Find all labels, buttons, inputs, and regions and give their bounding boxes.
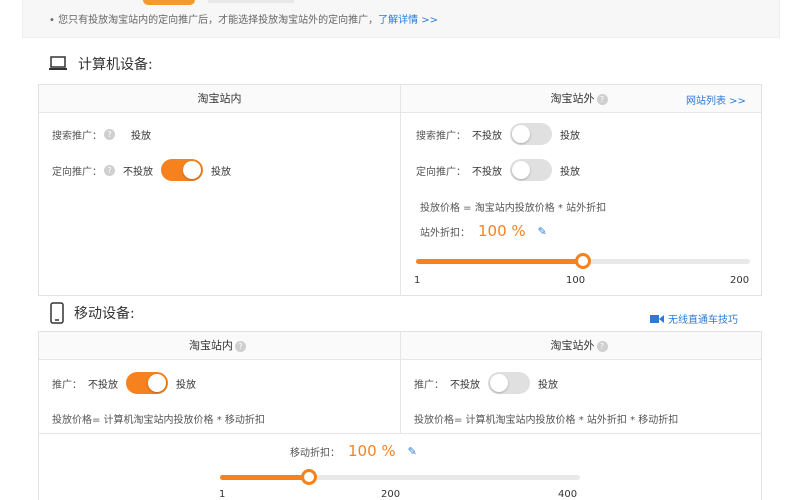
slider-tick-max: 200	[730, 275, 750, 286]
on-label: 投放	[176, 379, 196, 391]
mobile-tips-link[interactable]: 无线直通车技巧	[650, 311, 738, 326]
off-label: 不投放	[472, 166, 502, 178]
phone-icon	[50, 302, 64, 324]
slider-thumb[interactable]	[575, 253, 591, 269]
help-icon[interactable]: ?	[596, 94, 608, 105]
on-label: 投放	[538, 379, 558, 391]
mobile-discount-row: 移动折扣： 100 % ✎	[290, 440, 417, 462]
pc-outside-formula: 投放价格 = 淘宝站内投放价格 * 站外折扣	[420, 203, 607, 214]
notice-bar: • 您只有投放淘宝站内的定向推广后，才能选择投放淘宝站外的定向推广，了解详情 >…	[22, 0, 780, 38]
toggle-stub	[143, 0, 195, 5]
slider-tick-min: 1	[414, 275, 421, 286]
search-promo-value: 投放	[131, 130, 151, 142]
slider-tick-mid: 100	[566, 275, 586, 286]
pencil-icon[interactable]: ✎	[408, 445, 417, 458]
toggle-knob	[512, 125, 530, 143]
promo-label: 推广：	[52, 379, 82, 391]
mobile-inside-promo-row: 推广： 不投放 投放	[52, 372, 196, 394]
toggle-knob	[148, 374, 166, 392]
pencil-icon[interactable]: ✎	[538, 225, 547, 238]
pc-inside-targeted-toggle[interactable]	[161, 159, 203, 181]
mobile-inside-promo-toggle[interactable]	[126, 372, 168, 394]
mobile-discount-label: 移动折扣：	[290, 447, 340, 459]
targeted-promo-label: 定向推广：	[416, 166, 466, 178]
slider-fill	[220, 475, 310, 480]
pc-column-divider	[400, 84, 401, 296]
mobile-inside-header-text: 淘宝站内	[189, 339, 233, 352]
off-label: 不投放	[472, 130, 502, 142]
help-icon[interactable]: ?	[596, 341, 608, 352]
toggle-knob	[183, 161, 201, 179]
mobile-outside-promo-row: 推广： 不投放 投放	[414, 372, 558, 394]
slider-tick-max: 400	[558, 489, 578, 500]
pc-outside-discount-row: 站外折扣： 100 % ✎	[420, 220, 547, 242]
laptop-icon	[49, 56, 67, 70]
mobile-outside-promo-toggle[interactable]	[488, 372, 530, 394]
slider-fill	[416, 259, 583, 264]
mobile-inside-formula: 投放价格= 计算机淘宝站内投放价格 * 移动折扣	[52, 415, 265, 426]
search-promo-label: 搜索推广：	[52, 130, 102, 142]
toggle-knob	[490, 374, 508, 392]
notice-divider	[208, 0, 294, 3]
search-promo-label: 搜索推广：	[416, 130, 466, 142]
pc-section-title: 计算机设备:	[48, 54, 153, 74]
pc-discount-slider[interactable]	[416, 253, 750, 269]
slider-tick-min: 1	[219, 489, 226, 500]
mobile-title-text: 移动设备:	[74, 306, 135, 322]
mobile-divider	[39, 433, 761, 434]
mobile-outside-formula: 投放价格= 计算机淘宝站内投放价格 * 站外折扣 * 移动折扣	[414, 415, 679, 426]
pc-outside-search-row: 搜索推广： 不投放 投放	[416, 123, 580, 145]
mobile-outside-header: 淘宝站外?	[401, 332, 761, 360]
help-icon[interactable]: ?	[104, 128, 115, 140]
pc-outside-targeted-row: 定向推广： 不投放 投放	[416, 159, 580, 181]
help-icon[interactable]: ?	[104, 164, 115, 176]
mobile-tips-text[interactable]: 无线直通车技巧	[668, 311, 738, 326]
on-label: 投放	[560, 130, 580, 142]
notice-text-row: • 您只有投放淘宝站内的定向推广后，才能选择投放淘宝站外的定向推广，了解详情 >…	[49, 11, 438, 26]
mobile-section-title: 移动设备:	[50, 302, 135, 324]
bullet-icon: •	[49, 15, 59, 26]
on-label: 投放	[211, 166, 231, 178]
on-label: 投放	[560, 166, 580, 178]
slider-thumb[interactable]	[301, 469, 318, 485]
video-icon	[650, 314, 664, 323]
mobile-outside-header-text: 淘宝站外	[550, 339, 595, 352]
slider-tick-mid: 200	[381, 489, 401, 500]
pc-outside-search-toggle[interactable]	[510, 123, 552, 145]
mobile-discount-slider[interactable]	[220, 469, 580, 485]
pc-inside-header: 淘宝站内	[39, 85, 400, 113]
toggle-knob	[512, 161, 530, 179]
off-label: 不投放	[450, 379, 480, 391]
pc-outside-header-text: 淘宝站外	[550, 92, 595, 105]
help-icon[interactable]: ?	[235, 341, 246, 352]
pc-inside-targeted-row: 定向推广： ? 不投放 投放	[52, 159, 231, 181]
pc-title-text: 计算机设备:	[78, 57, 153, 73]
site-list-link[interactable]: 网站列表 >>	[686, 92, 746, 107]
notice-text: 您只有投放淘宝站内的定向推广后，才能选择投放淘宝站外的定向推广，	[58, 15, 379, 26]
notice-details-link[interactable]: 了解详情 >>	[378, 15, 438, 26]
off-label: 不投放	[123, 166, 153, 178]
mobile-inside-header: 淘宝站内?	[39, 332, 400, 360]
discount-value[interactable]: 100 %	[478, 222, 526, 240]
targeted-promo-label: 定向推广：	[52, 166, 102, 178]
mobile-discount-value[interactable]: 100 %	[348, 442, 396, 460]
off-label: 不投放	[88, 379, 118, 391]
pc-inside-search-row: 搜索推广： ? 投放	[52, 126, 151, 142]
discount-label: 站外折扣：	[420, 227, 470, 239]
promo-label: 推广：	[414, 379, 444, 391]
pc-outside-targeted-toggle[interactable]	[510, 159, 552, 181]
